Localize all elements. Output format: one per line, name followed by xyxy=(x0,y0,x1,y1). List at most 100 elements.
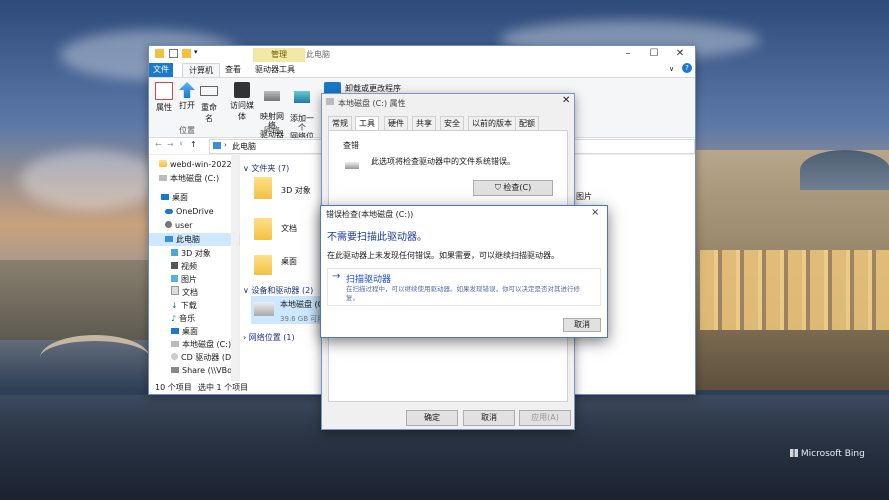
tab-previous-versions[interactable]: 以前的版本 xyxy=(468,116,516,131)
drive-icon xyxy=(326,98,334,105)
tab-tools[interactable]: 工具 xyxy=(355,116,379,131)
nav-label: OneDrive xyxy=(176,207,214,216)
apply-button[interactable]: 应用(A) xyxy=(519,410,571,426)
help-icon[interactable]: ? xyxy=(682,63,692,73)
rename-button[interactable]: 重命名 xyxy=(198,82,220,124)
3d-objects-icon xyxy=(171,249,178,256)
folder-documents[interactable] xyxy=(254,218,272,242)
nav-label: 图片 xyxy=(181,275,197,284)
tab-general[interactable]: 常规 xyxy=(328,116,352,131)
bridge xyxy=(40,335,150,381)
nav-label: 本地磁盘 (C:) xyxy=(170,174,220,183)
tab-view[interactable]: 查看 xyxy=(219,63,247,77)
drive-free-space: 39.6 GB 可用 xyxy=(280,315,325,323)
up-icon[interactable]: ↑ xyxy=(190,140,197,149)
minimize-button[interactable]: – xyxy=(615,47,641,61)
ribbon-label: 访问媒体 xyxy=(230,101,254,121)
windows-logo-icon xyxy=(790,449,798,457)
tab-drive-tools[interactable]: 驱动器工具 xyxy=(249,63,301,77)
cancel-button[interactable]: 取消 xyxy=(563,318,601,332)
back-icon[interactable]: ← xyxy=(155,140,162,149)
tab-computer[interactable]: 计算机 xyxy=(182,63,220,78)
breadcrumb-sep-icon: › xyxy=(224,141,227,149)
group-label-network: 网络 xyxy=(264,126,280,135)
nav-label: 此电脑 xyxy=(176,235,200,244)
section-folders[interactable]: ∨ 文件夹 (7) xyxy=(243,163,289,174)
scan-drive-option[interactable]: → 扫描驱动器 在扫描过程中，可以继续使用驱动器。如果发现错误，你可以决定是否对… xyxy=(327,268,601,306)
folder-3d-objects[interactable] xyxy=(254,177,272,201)
scan-drive-description: 在扫描过程中，可以继续使用驱动器。如果发现错误，你可以决定是否对其进行修复。 xyxy=(346,285,580,302)
section-label: 文件夹 (7) xyxy=(251,164,290,173)
close-button[interactable]: ✕ xyxy=(667,47,693,61)
dialog-message: 在此驱动器上未发现任何错误。如果需要，可以继续扫描驱动器。 xyxy=(327,251,559,260)
section-devices[interactable]: ∨ 设备和驱动器 (2) xyxy=(243,285,313,296)
close-icon[interactable]: ✕ xyxy=(562,95,570,106)
folder-label: 桌面 xyxy=(281,257,297,266)
section-label: 网络位置 (1) xyxy=(248,333,295,342)
nav-scrollbar[interactable] xyxy=(231,155,239,381)
drive-icon xyxy=(171,341,179,347)
nav-label: 3D 对象 xyxy=(181,249,211,258)
arrow-right-icon: → xyxy=(332,271,341,282)
forward-icon[interactable]: → xyxy=(167,140,174,149)
properties-button[interactable]: 属性 xyxy=(153,82,175,113)
music-icon: ♪ xyxy=(171,314,177,323)
cloud xyxy=(20,150,160,210)
nav-label: 音乐 xyxy=(179,314,196,323)
tab-file[interactable]: 文件 xyxy=(149,63,173,77)
scan-drive-link: 扫描驱动器 xyxy=(346,275,392,285)
access-media-button[interactable]: 访问媒体 xyxy=(227,82,257,122)
new-folder-icon[interactable] xyxy=(182,49,191,58)
folder-label-pictures[interactable]: 图片 xyxy=(576,191,592,202)
network-location-icon xyxy=(294,91,310,103)
section-label: 查错 xyxy=(343,141,359,150)
close-button[interactable]: × xyxy=(591,207,599,218)
folder-icon xyxy=(159,160,167,167)
tab-quota[interactable]: 配额 xyxy=(515,116,539,131)
rename-icon xyxy=(200,86,218,96)
section-network[interactable]: › 网络位置 (1) xyxy=(243,332,295,343)
checkbox-icon[interactable] xyxy=(169,49,178,58)
cloud-icon xyxy=(165,209,173,214)
folder-desktop[interactable] xyxy=(254,255,272,277)
document-icon xyxy=(171,286,179,295)
open-button[interactable]: 打开 xyxy=(177,82,197,111)
dialog-title: 错误检查(本地磁盘 (C:)) xyxy=(326,210,414,219)
navigation-pane: webd-win-2022 本地磁盘 (C:) 桌面 OneDrive user… xyxy=(149,155,255,381)
drive-check-icon xyxy=(345,162,359,169)
group-label-location: 位置 xyxy=(179,126,195,135)
network-drive-icon xyxy=(264,91,280,101)
museum-dome xyxy=(800,150,889,190)
manage-context-tab[interactable]: 管理 xyxy=(253,48,305,62)
nav-label: webd-win-2022 xyxy=(170,160,232,169)
qat-chevron-icon[interactable]: ▾ xyxy=(194,48,198,56)
ribbon-label: 属性 xyxy=(156,103,172,112)
dialog-title: 本地磁盘 (C:) 属性 xyxy=(338,99,406,108)
nav-label: Share (\\VBox xyxy=(182,366,237,375)
button-label: 检查(C) xyxy=(503,183,532,192)
dialog-heading: 不需要扫描此驱动器。 xyxy=(327,232,427,243)
tab-security[interactable]: 安全 xyxy=(440,116,464,131)
recent-chevron-icon[interactable]: ∨ xyxy=(179,140,183,147)
bing-watermark: Microsoft Bing xyxy=(790,449,865,459)
section-label: 设备和驱动器 (2) xyxy=(251,286,314,295)
nav-label: user xyxy=(175,221,193,230)
tab-sharing[interactable]: 共享 xyxy=(412,116,436,131)
check-button[interactable]: ⛉ 检查(C) xyxy=(473,180,553,196)
tab-hardware[interactable]: 硬件 xyxy=(384,116,408,131)
ok-button[interactable]: 确定 xyxy=(406,410,458,426)
open-arrow-icon xyxy=(179,82,195,98)
desktop-icon xyxy=(171,328,179,334)
video-icon xyxy=(171,262,178,269)
title-bar: ▾ 管理 此电脑 – ☐ ✕ xyxy=(149,46,695,62)
watermark-text: Microsoft Bing xyxy=(800,449,865,459)
ribbon-label: 重命名 xyxy=(201,103,217,123)
nav-label: CD 驱动器 (D:) xyxy=(181,353,237,362)
maximize-button[interactable]: ☐ xyxy=(641,47,667,61)
cancel-button[interactable]: 取消 xyxy=(463,410,515,426)
nav-label: 下载 xyxy=(180,301,197,310)
folder-label: 文档 xyxy=(281,224,297,233)
ribbon-expand-icon[interactable]: ∨ xyxy=(669,65,674,73)
selected-count: 选中 1 个项目 xyxy=(198,383,249,392)
ribbon-label: 打开 xyxy=(179,101,195,110)
